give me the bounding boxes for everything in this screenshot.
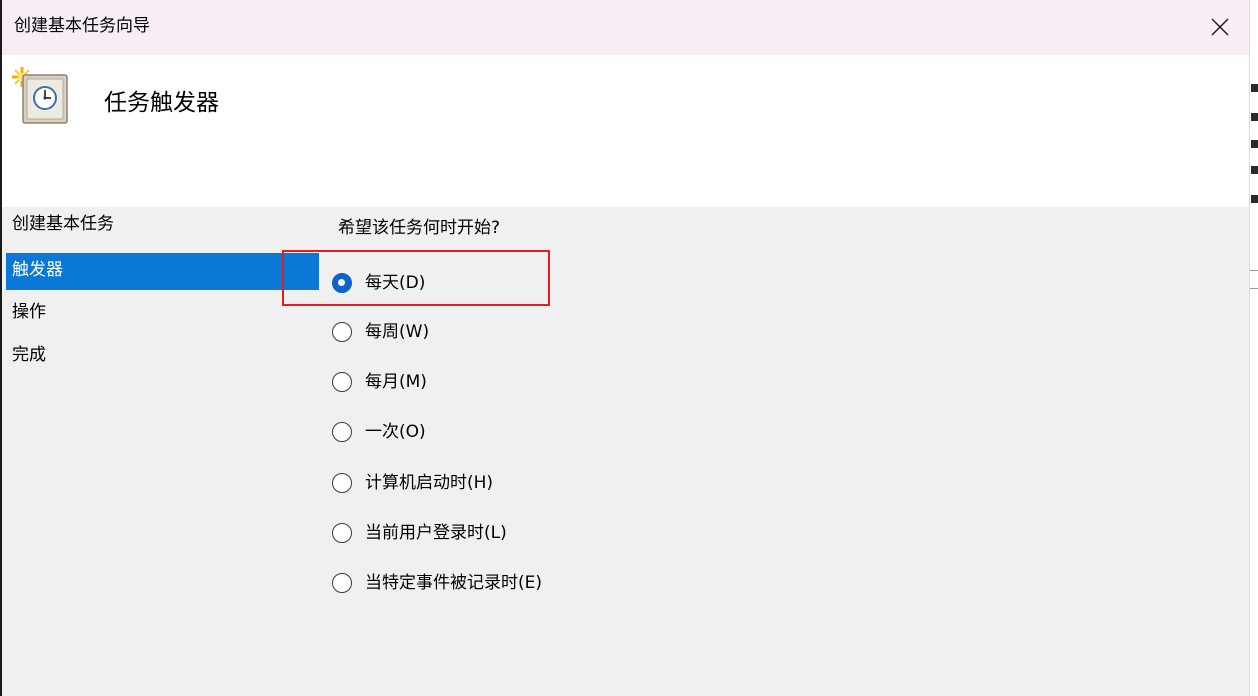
background-text-fragment <box>1251 195 1258 203</box>
radio-button[interactable] <box>332 523 352 543</box>
background-window-edge <box>1249 0 1258 696</box>
trigger-question: 希望该任务何时开始? <box>338 218 501 238</box>
sidebar-item-action[interactable]: 操作 <box>6 295 319 332</box>
radio-event-logged[interactable]: 当特定事件被记录时(E) <box>332 570 542 596</box>
radio-label[interactable]: 一次(O) <box>365 420 426 444</box>
sidebar-item-trigger[interactable]: 触发器 <box>6 253 319 290</box>
sidebar-item-label: 创建基本任务 <box>12 214 114 234</box>
radio-button[interactable] <box>332 322 352 342</box>
sidebar-item-label: 触发器 <box>12 260 63 280</box>
radio-label[interactable]: 当前用户登录时(L) <box>365 521 507 545</box>
radio-button[interactable] <box>332 573 352 593</box>
background-divider <box>1250 270 1258 271</box>
sidebar-item-create-basic-task[interactable]: 创建基本任务 <box>6 207 319 244</box>
wizard-header: 任务触发器 <box>2 55 1249 207</box>
background-text-fragment <box>1251 166 1258 174</box>
radio-button[interactable] <box>332 422 352 442</box>
sidebar-item-label: 完成 <box>12 345 46 365</box>
create-basic-task-wizard-dialog: 创建基本任务向导 任务触发器 创建基本任务 触发器 操作 完成 希望该任务何时开… <box>0 0 1258 696</box>
radio-user-logon[interactable]: 当前用户登录时(L) <box>332 520 507 546</box>
background-text-fragment <box>1251 113 1258 121</box>
annotation-highlight-box <box>282 250 550 306</box>
task-scheduler-clock-icon <box>12 67 68 124</box>
radio-button[interactable] <box>332 473 352 493</box>
close-button[interactable] <box>1198 8 1242 46</box>
radio-one-time[interactable]: 一次(O) <box>332 419 426 445</box>
radio-label[interactable]: 每月(M) <box>365 370 427 394</box>
sidebar-item-label: 操作 <box>12 302 46 322</box>
sidebar-item-finish[interactable]: 完成 <box>6 338 319 375</box>
radio-button[interactable] <box>332 372 352 392</box>
title-bar[interactable]: 创建基本任务向导 <box>2 0 1249 55</box>
radio-weekly[interactable]: 每周(W) <box>332 319 429 345</box>
background-text-fragment <box>1251 84 1258 92</box>
radio-computer-startup[interactable]: 计算机启动时(H) <box>332 470 493 496</box>
page-title: 任务触发器 <box>104 90 219 116</box>
background-divider <box>1250 288 1258 289</box>
close-icon <box>1211 18 1229 36</box>
radio-label[interactable]: 计算机启动时(H) <box>365 471 493 495</box>
radio-monthly[interactable]: 每月(M) <box>332 369 427 395</box>
window-title: 创建基本任务向导 <box>14 16 150 36</box>
radio-label[interactable]: 每周(W) <box>365 320 429 344</box>
radio-label[interactable]: 当特定事件被记录时(E) <box>365 571 542 595</box>
background-text-fragment <box>1251 140 1258 148</box>
